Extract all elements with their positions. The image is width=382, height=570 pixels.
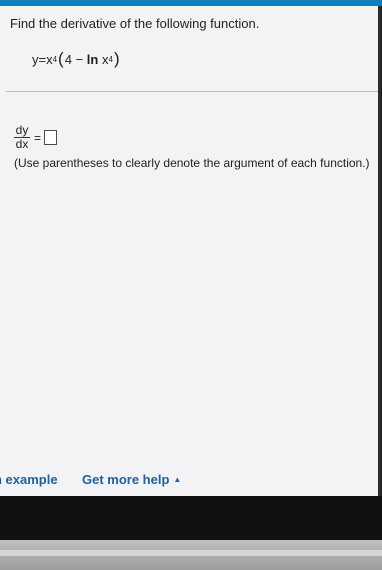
ln-function: ln	[86, 52, 99, 67]
screen-bezel	[0, 496, 382, 540]
inner-constant: 4	[64, 52, 72, 67]
fraction-numerator: dy	[15, 123, 29, 137]
answer-row: dy dx =	[14, 124, 58, 151]
function-equals: =	[38, 52, 47, 67]
answer-equals: =	[34, 130, 42, 145]
function-exponent: 4	[52, 55, 58, 64]
bottom-strip	[0, 540, 382, 570]
question-panel: Find the derivative of the following fun…	[0, 6, 381, 501]
minus-sign: −	[75, 52, 84, 67]
caret-up-icon: ▲	[173, 475, 182, 484]
fraction-denominator: dx	[15, 137, 29, 151]
answer-input-box[interactable]	[44, 130, 58, 145]
function-expression: y = x 4 ( 4 − ln x 4 )	[32, 49, 121, 69]
close-paren: )	[113, 49, 120, 68]
section-divider	[6, 91, 378, 92]
view-example-link[interactable]: n example	[0, 472, 58, 487]
question-prompt: Find the derivative of the following fun…	[10, 16, 260, 31]
get-more-help-label: Get more help	[82, 472, 170, 487]
bottom-band	[0, 550, 382, 556]
inner-exponent: 4	[108, 55, 113, 64]
derivative-fraction: dy dx	[14, 124, 30, 151]
get-more-help-link[interactable]: Get more help ▲	[82, 472, 181, 487]
open-paren: (	[58, 49, 64, 68]
answer-hint: (Use parentheses to clearly denote the a…	[14, 156, 370, 170]
